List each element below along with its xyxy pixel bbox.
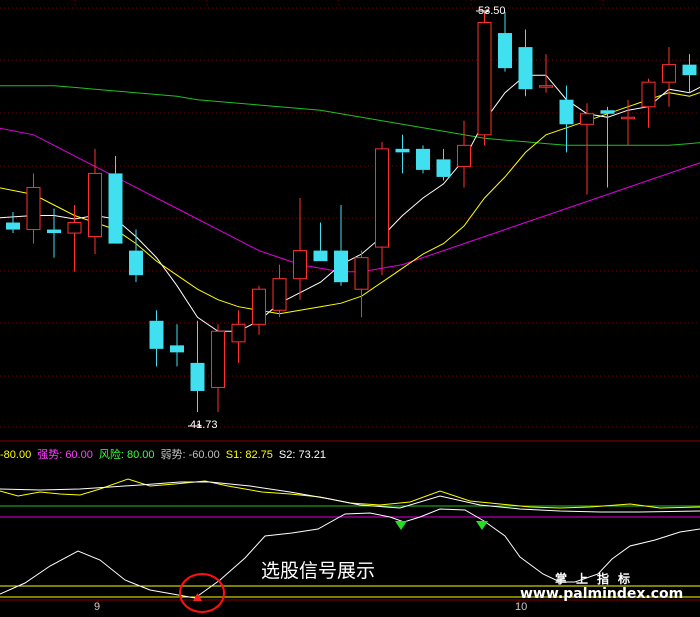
date-label-10: 10 [515, 601, 528, 613]
candlestick [477, 12, 492, 146]
legend-entry: -80.00 [0, 449, 32, 461]
date-label-9: 9 [94, 601, 101, 613]
candle-body [580, 113, 594, 125]
candle-body [67, 222, 82, 234]
legend-entry: 弱势: -60.00 [160, 449, 220, 461]
candle-body [252, 288, 266, 325]
high-price-label: 53.50 [478, 5, 506, 17]
candle-body [354, 257, 369, 290]
candle-body [375, 148, 389, 248]
low-price-label: 41.73 [190, 419, 218, 431]
candle-body [395, 148, 410, 153]
candle-body [26, 186, 41, 231]
candle-body [190, 362, 205, 391]
candle-body [662, 64, 676, 83]
candle-body [477, 22, 492, 136]
candle-body [498, 33, 512, 69]
candle-body [170, 345, 184, 353]
candle-body [539, 85, 553, 88]
candle-body [293, 250, 307, 280]
legend-entry: 强势: 60.00 [37, 449, 93, 461]
legend-entry: S2: 73.21 [278, 449, 326, 461]
candle-body [436, 159, 451, 177]
watermark-chinese: 掌上指标 [555, 572, 640, 586]
legend-entry: S1: 82.75 [225, 449, 273, 461]
candle-body [272, 278, 287, 311]
candle-body [129, 250, 143, 276]
candle-body [621, 116, 635, 120]
signal-caption: 选股信号展示 [261, 560, 376, 582]
candle-body [682, 64, 697, 76]
candle-body [416, 148, 430, 170]
chart-background [0, 0, 700, 617]
watermark-url: www.palmindex.com [520, 586, 684, 602]
legend-entry: 风险: 80.00 [98, 449, 155, 461]
candle-body [313, 250, 328, 262]
candle-body [641, 81, 656, 108]
candle-body [231, 323, 246, 343]
candle-body [108, 173, 123, 244]
candle-body [88, 172, 102, 238]
candle-body [211, 330, 225, 388]
candle-body [6, 222, 20, 230]
candle-body [559, 99, 574, 125]
indicator-legend: -80.00 强势: 60.00 风险: 80.00 弱势: -60.00 S1: 82… [0, 446, 332, 462]
candle-body [47, 229, 61, 234]
candle-body [457, 144, 471, 167]
candle-body [600, 110, 615, 114]
candle-body [518, 47, 533, 90]
candle-body [334, 250, 348, 283]
candlestick [416, 145, 430, 174]
candle-body [149, 320, 164, 349]
stock-chart [0, 0, 700, 617]
